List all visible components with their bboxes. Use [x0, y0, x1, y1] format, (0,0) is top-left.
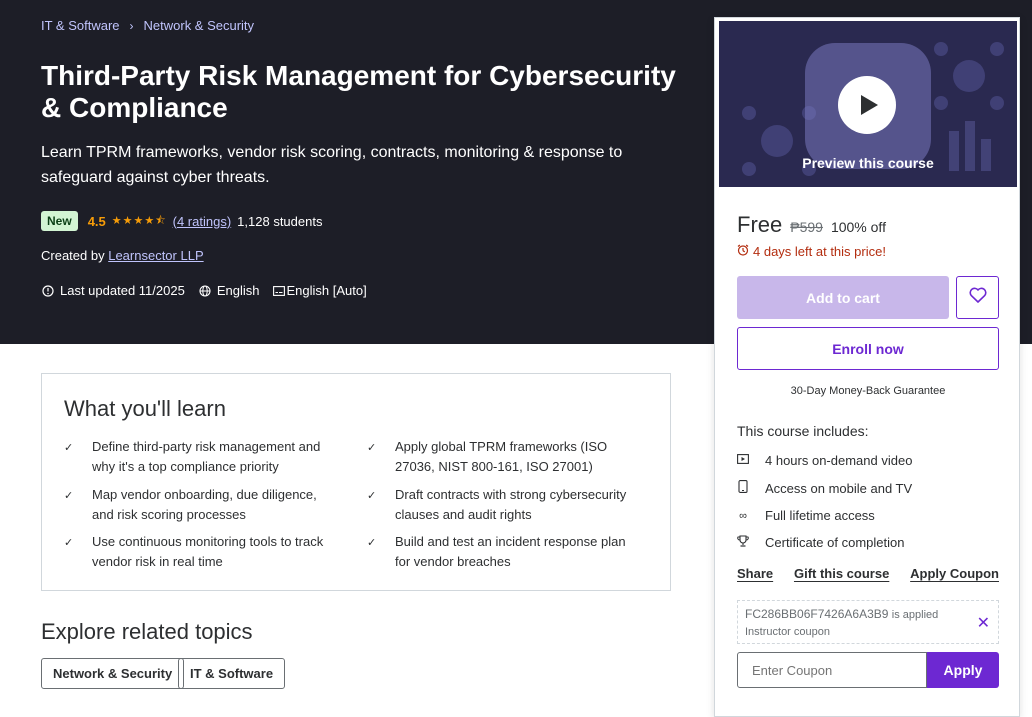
learn-item: ✓ Map vendor onboarding, due diligence, …: [64, 485, 334, 525]
mobile-icon: [737, 480, 749, 496]
new-badge: New: [41, 211, 78, 231]
checkmark-icon: ✓: [367, 442, 377, 454]
gift-course-button[interactable]: Gift this course: [794, 566, 889, 581]
created-by-label: Created by: [41, 248, 105, 263]
include-item: Access on mobile and TV: [737, 480, 912, 496]
share-button[interactable]: Share: [737, 566, 773, 581]
course-subtitle: Learn TPRM frameworks, vendor risk scori…: [41, 144, 623, 186]
alert-clock-icon: [41, 284, 55, 298]
original-price: ₱599: [790, 219, 823, 235]
video-icon: [737, 454, 749, 467]
alarm-clock-icon: [737, 244, 749, 259]
deadline-text: 4 days left at this price!: [753, 244, 886, 259]
apply-coupon-button[interactable]: Apply Coupon: [910, 566, 999, 581]
breadcrumb-item-it-software[interactable]: IT & Software: [41, 18, 120, 33]
topic-network-security[interactable]: Network & Security: [41, 658, 185, 689]
globe-icon: [198, 284, 212, 298]
star-rating-icon: ★★★★⯪: [111, 214, 167, 227]
captions-icon: [272, 284, 286, 298]
sidebar-actions: Share Gift this course Apply Coupon: [737, 566, 999, 581]
play-icon: [861, 95, 878, 115]
course-preview[interactable]: Preview this course: [719, 21, 1017, 187]
last-updated: Last updated 11/2025: [60, 283, 185, 298]
include-item: 4 hours on-demand video: [737, 453, 912, 468]
learn-heading: What you'll learn: [64, 396, 226, 421]
course-title: Third-Party Risk Management for Cybersec…: [41, 60, 676, 123]
breadcrumb: IT & Software › Network & Security: [41, 18, 254, 33]
learn-item: ✓ Apply global TPRM frameworks (ISO 2703…: [367, 437, 637, 477]
checkmark-icon: ✓: [367, 490, 377, 502]
coupon-applied-text: is applied: [891, 609, 939, 621]
apply-button[interactable]: Apply: [927, 652, 999, 688]
preview-label[interactable]: Preview this course: [719, 155, 1017, 171]
enroll-now-button[interactable]: Enroll now: [737, 327, 999, 370]
course-meta: Last updated 11/2025 English English [Au…: [41, 283, 367, 298]
learn-item: ✓ Define third-party risk management and…: [64, 437, 334, 477]
what-youll-learn-box: What you'll learn ✓ Define third-party r…: [41, 373, 671, 591]
checkmark-icon: ✓: [64, 490, 74, 502]
course-language: English: [216, 283, 260, 298]
learn-item-text: Define third-party risk management and w…: [92, 439, 321, 474]
learn-item-text: Map vendor onboarding, due diligence, an…: [92, 487, 317, 522]
includes-title: This course includes:: [737, 423, 869, 439]
close-icon[interactable]: ✕: [977, 613, 990, 633]
add-to-cart-button[interactable]: Add to cart: [737, 276, 949, 319]
checkmark-icon: ✓: [367, 537, 377, 549]
coupon-code-line: FC286BB06F7426A6A3B9 is applied: [745, 607, 938, 621]
chevron-right-icon: ›: [129, 18, 134, 33]
learn-item: ✓ Draft contracts with strong cybersecur…: [367, 485, 637, 525]
include-label: Access on mobile and TV: [765, 480, 913, 496]
course-captions: English [Auto]: [286, 283, 367, 298]
learn-item: ✓ Use continuous monitoring tools to tra…: [64, 532, 334, 572]
rating-value: 4.5: [87, 213, 106, 229]
infinity-icon: ∞: [739, 509, 747, 522]
trophy-icon: [737, 535, 749, 550]
created-by: Created by Learnsector LLP: [41, 248, 204, 263]
money-back-guarantee: 30-Day Money-Back Guarantee: [790, 385, 946, 397]
students-count: 1,128 students: [237, 213, 323, 229]
wishlist-button[interactable]: [956, 276, 999, 319]
applied-coupon: FC286BB06F7426A6A3B9 is applied Instruct…: [737, 600, 999, 644]
include-label: Full lifetime access: [765, 508, 875, 523]
play-button[interactable]: [838, 76, 896, 134]
coupon-input[interactable]: [737, 652, 927, 688]
learn-item-text: Build and test an incident response plan…: [395, 534, 626, 569]
checkmark-icon: ✓: [64, 537, 74, 549]
price-deadline: 4 days left at this price!: [737, 244, 886, 259]
breadcrumb-item-network-security[interactable]: Network & Security: [144, 18, 255, 33]
discount-percent: 100% off: [830, 219, 886, 235]
price-row: Free ₱599 100% off: [737, 212, 886, 238]
heart-icon: [968, 287, 987, 308]
purchase-sidebar: Preview this course Free ₱599 100% off 4…: [714, 17, 1020, 717]
topic-it-software[interactable]: IT & Software: [178, 658, 286, 689]
include-label: Certificate of completion: [765, 535, 905, 550]
learn-item-text: Apply global TPRM frameworks (ISO 27036,…: [395, 439, 608, 474]
learn-item-text: Use continuous monitoring tools to track…: [92, 534, 324, 569]
coupon-note: Instructor coupon: [745, 626, 830, 638]
current-price: Free: [737, 212, 783, 237]
instructor-link[interactable]: Learnsector LLP: [108, 248, 203, 263]
include-item: Certificate of completion: [737, 535, 904, 550]
learn-item-text: Draft contracts with strong cybersecurit…: [395, 487, 627, 522]
include-item: ∞ Full lifetime access: [737, 508, 875, 523]
coupon-code: FC286BB06F7426A6A3B9: [745, 607, 889, 621]
explore-heading: Explore related topics: [41, 619, 253, 644]
rating-row: New 4.5 ★★★★⯪ (4 ratings) 1,128 students: [41, 211, 322, 231]
ratings-link[interactable]: (4 ratings): [173, 214, 232, 229]
learn-item: ✓ Build and test an incident response pl…: [367, 532, 637, 572]
include-label: 4 hours on-demand video: [765, 453, 913, 468]
checkmark-icon: ✓: [64, 442, 74, 454]
